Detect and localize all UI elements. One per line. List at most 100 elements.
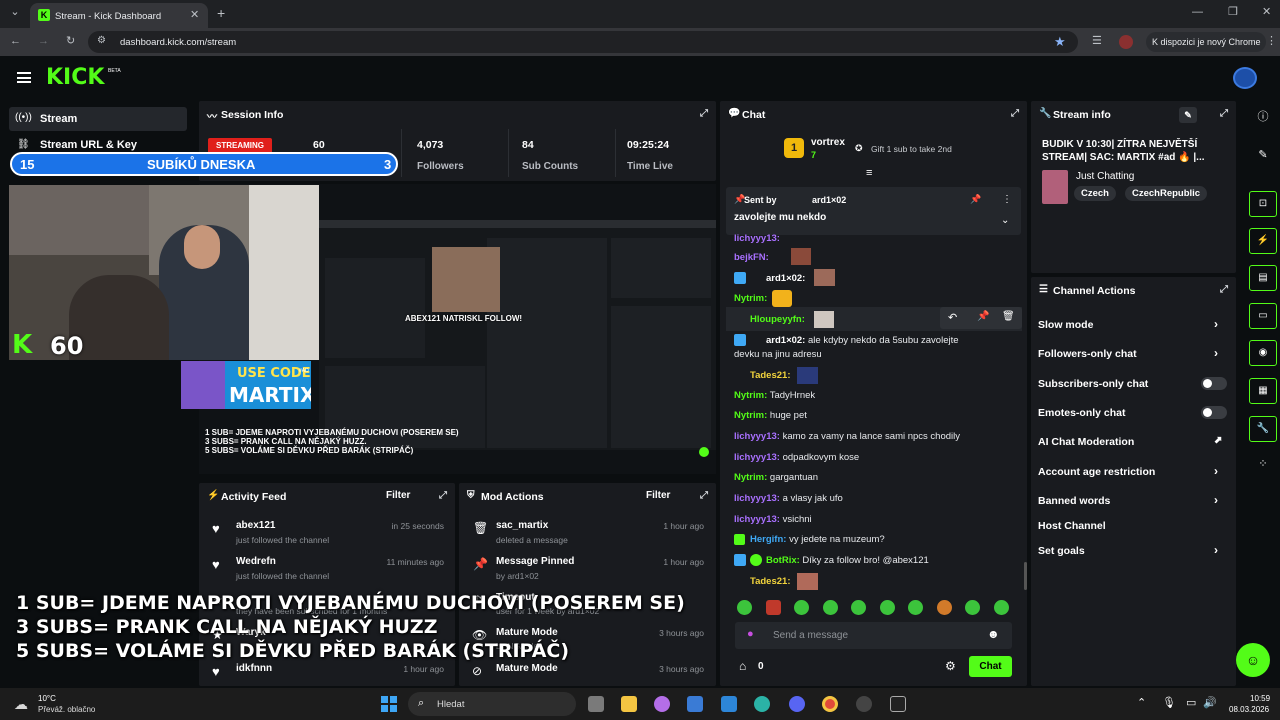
emote-button[interactable] bbox=[965, 600, 980, 615]
store-icon[interactable]: ⌂ bbox=[739, 659, 746, 673]
chat-username[interactable]: lichyyy13: bbox=[734, 233, 780, 244]
forward-icon[interactable]: → bbox=[38, 36, 49, 47]
chat-username[interactable]: lichyyy13: bbox=[734, 431, 780, 442]
chat-message[interactable]: ard1×02: bbox=[734, 269, 835, 286]
action-ai-moderation[interactable]: AI Chat Moderation bbox=[1038, 436, 1134, 448]
mod-filter-button[interactable]: Filter bbox=[646, 490, 670, 501]
action-host-channel[interactable]: Host Channel bbox=[1038, 520, 1106, 532]
copilot-icon[interactable] bbox=[654, 696, 670, 712]
user-avatar[interactable] bbox=[1233, 67, 1257, 89]
delete-icon[interactable]: 🗑 bbox=[1002, 311, 1015, 322]
mail-icon[interactable] bbox=[721, 696, 737, 712]
close-window-icon[interactable]: ✕ bbox=[1262, 7, 1271, 18]
edge-icon[interactable] bbox=[754, 696, 770, 712]
chat-message[interactable]: Nytrim: gargantuan bbox=[734, 472, 818, 483]
popout-icon[interactable]: ⤢ bbox=[1011, 108, 1019, 119]
chat-username[interactable]: ard1×02: bbox=[766, 273, 805, 284]
top-gifter-name[interactable]: vortrex bbox=[811, 137, 845, 148]
pin-message-icon[interactable]: 📌 bbox=[977, 311, 989, 322]
more-options-icon[interactable]: ⋮ bbox=[1002, 194, 1012, 205]
chat-message[interactable]: lichyyy13: kamo za vamy na lance sami np… bbox=[734, 431, 960, 442]
chevron-right-icon[interactable]: › bbox=[1214, 493, 1218, 507]
panels-icon[interactable]: ▦ bbox=[1249, 378, 1277, 404]
chat-message[interactable]: Nytrim: huge pet bbox=[734, 410, 807, 421]
profile-avatar[interactable] bbox=[1119, 35, 1133, 49]
activity-filter-button[interactable]: Filter bbox=[386, 490, 410, 501]
file-explorer-icon[interactable] bbox=[621, 696, 637, 712]
task-view-icon[interactable] bbox=[588, 696, 604, 712]
chevron-right-icon[interactable]: › bbox=[1214, 464, 1218, 478]
capture-icon[interactable]: ⊡ bbox=[1249, 191, 1277, 217]
lightning-icon[interactable]: ⚡ bbox=[1249, 228, 1277, 254]
tray-chevron-icon[interactable]: ⌃ bbox=[1137, 696, 1146, 709]
collapse-icon[interactable]: ≡ bbox=[866, 167, 872, 179]
gift-sub-cta[interactable]: Gift 1 sub to take 2nd bbox=[871, 144, 952, 154]
site-info-icon[interactable]: ⚙ bbox=[97, 36, 106, 46]
edit-layout-icon[interactable]: ✎ bbox=[1249, 142, 1277, 168]
chat-message[interactable]: Nytrim: bbox=[734, 290, 792, 307]
chat-scrollbar[interactable] bbox=[1024, 562, 1027, 590]
chat-message[interactable]: lichyyy13: vsichni bbox=[734, 514, 812, 525]
emote-button[interactable] bbox=[880, 600, 895, 615]
clock-date[interactable]: 08.03.2026 bbox=[1229, 705, 1269, 714]
info-icon[interactable]: ⓘ bbox=[1249, 104, 1277, 130]
chevron-right-icon[interactable]: › bbox=[1214, 346, 1218, 360]
bookmark-star-icon[interactable]: ★ bbox=[1054, 35, 1066, 48]
action-set-goals[interactable]: Set goals bbox=[1038, 545, 1085, 557]
external-link-icon[interactable]: ⬈ bbox=[1214, 435, 1222, 446]
emote-button[interactable] bbox=[737, 600, 752, 615]
broadcast-icon[interactable]: ◉ bbox=[1249, 340, 1277, 366]
emotes-only-toggle[interactable] bbox=[1201, 406, 1227, 419]
chat-message[interactable]: Tades21: bbox=[734, 367, 818, 384]
minimize-icon[interactable]: — bbox=[1192, 7, 1203, 18]
emote-button[interactable] bbox=[766, 600, 781, 615]
chat-send-button[interactable]: Chat bbox=[969, 656, 1012, 677]
tools-icon[interactable]: 🔧 bbox=[1249, 416, 1277, 442]
chat-username[interactable]: Tades21: bbox=[750, 370, 790, 381]
clock-time[interactable]: 10:59 bbox=[1250, 694, 1270, 703]
kick-logo[interactable]: KICK bbox=[46, 65, 104, 90]
chat-message[interactable]: lichyyy13: odpadkovym kose bbox=[734, 452, 859, 463]
action-banned-words[interactable]: Banned words bbox=[1038, 495, 1110, 507]
unpin-icon[interactable]: 📌 bbox=[970, 194, 981, 205]
popout-icon[interactable]: ⤢ bbox=[1220, 108, 1228, 119]
chat-message[interactable]: Tades21: bbox=[734, 573, 818, 590]
sidebar-item-stream[interactable]: ((•)) Stream bbox=[9, 107, 187, 131]
store-icon[interactable] bbox=[687, 696, 703, 712]
epic-games-icon[interactable] bbox=[890, 696, 906, 712]
chat-username[interactable]: ard1×02: bbox=[766, 335, 805, 346]
emote-button[interactable] bbox=[794, 600, 809, 615]
chat-settings-icon[interactable]: ⚙ bbox=[945, 659, 956, 673]
taskbar-search[interactable]: ⌕ Hledat bbox=[408, 692, 576, 716]
chat-username[interactable]: lichyyy13: bbox=[734, 514, 780, 525]
chat-message[interactable]: BotRix: Díky za follow bro! @abex121 bbox=[734, 554, 929, 566]
edit-icon[interactable]: ✎ bbox=[1179, 107, 1197, 123]
discord-icon[interactable] bbox=[789, 696, 805, 712]
chat-message[interactable]: lichyyy13: bbox=[734, 233, 780, 244]
tab-list-icon[interactable]: ⌄ bbox=[8, 7, 22, 18]
browser-tab[interactable]: K Stream - Kick Dashboard ✕ bbox=[30, 3, 208, 28]
chat-username[interactable]: BotRix: bbox=[766, 555, 800, 566]
chat-input[interactable]: ● Send a message ☻ bbox=[735, 622, 1012, 649]
browser-menu-icon[interactable]: ⋮ bbox=[1266, 36, 1277, 47]
reload-icon[interactable]: ↻ bbox=[66, 36, 75, 47]
chat-username[interactable]: lichyyy13: bbox=[734, 452, 780, 463]
subscribers-only-toggle[interactable] bbox=[1201, 377, 1227, 390]
action-account-age[interactable]: Account age restriction bbox=[1038, 466, 1155, 478]
chat-username[interactable]: Hloupeyyfn: bbox=[750, 314, 805, 325]
chat-message[interactable]: bejkFN: bbox=[734, 248, 811, 265]
emoji-picker-icon[interactable]: ☻ bbox=[987, 627, 1000, 641]
back-icon[interactable]: ← bbox=[10, 36, 21, 47]
action-slow-mode[interactable]: Slow mode bbox=[1038, 319, 1093, 331]
hamburger-menu-icon[interactable] bbox=[17, 72, 31, 83]
address-bar[interactable]: ⚙ dashboard.kick.com/stream ★ bbox=[88, 31, 1078, 53]
action-followers-only[interactable]: Followers-only chat bbox=[1038, 348, 1137, 360]
chat-message[interactable]: lichyyy13: a vlasy jak ufo bbox=[734, 493, 843, 504]
emote-button[interactable] bbox=[851, 600, 866, 615]
chat-message[interactable]: devku na jinu adresu bbox=[734, 349, 822, 360]
support-chat-icon[interactable]: ☺ bbox=[1236, 643, 1270, 677]
chat-username[interactable]: Nytrim: bbox=[734, 293, 767, 304]
popout-icon[interactable]: ⤢ bbox=[1220, 284, 1228, 295]
more-icon[interactable]: ⁘ bbox=[1249, 451, 1277, 477]
chevron-right-icon[interactable]: › bbox=[1214, 543, 1218, 557]
